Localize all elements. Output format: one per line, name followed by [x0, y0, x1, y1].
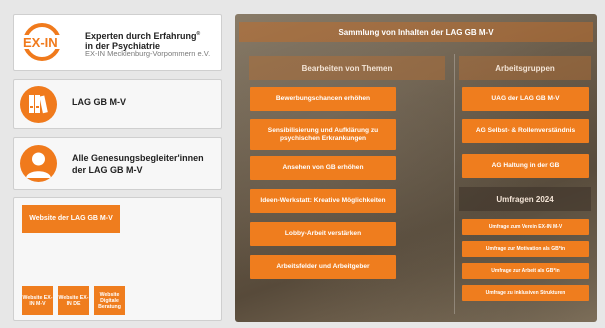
survey-button[interactable]: Umfrage zur Arbeit als GB*in	[462, 263, 589, 279]
lag-card[interactable]: LAG GB M-V	[13, 79, 222, 129]
websites-card: Website der LAG GB M-V Website EX-IN M-V…	[13, 197, 222, 321]
theme-button[interactable]: Sensibilisierung und Aufklärung zu psych…	[250, 119, 396, 150]
group-button[interactable]: UAG der LAG GB M-V	[462, 87, 589, 111]
website-exin-de-button[interactable]: Website EX-IN DE	[58, 286, 89, 315]
registered-mark: ®	[196, 31, 201, 37]
theme-button[interactable]: Arbeitsfelder und Arbeitgeber	[250, 255, 396, 279]
panel-title: Sammlung von Inhalten der LAG GB M-V	[239, 22, 593, 42]
theme-button[interactable]: Bewerbungschancen erhöhen	[250, 87, 396, 111]
genesungsbegleiter-card[interactable]: Alle Genesungsbegleiter'innen der LAG GB…	[13, 137, 222, 190]
group-button[interactable]: AG Haltung in der GB	[462, 154, 589, 178]
group-button[interactable]: AG Selbst- & Rollenverständnis	[462, 119, 589, 143]
themes-header: Bearbeiten von Themen	[249, 56, 445, 80]
logo-title: Experten durch Erfahrung® in der Psychia…	[85, 29, 220, 51]
survey-button[interactable]: Umfrage zur Motivation als GB*in	[462, 241, 589, 257]
survey-button[interactable]: Umfrage zum Verein EX-IN M-V	[462, 219, 589, 235]
binders-icon	[20, 86, 57, 123]
website-digitale-beratung-button[interactable]: Website Digitale Beratung	[94, 286, 125, 315]
theme-button[interactable]: Lobby-Arbeit verstärken	[250, 222, 396, 246]
theme-button[interactable]: Ansehen von GB erhöhen	[250, 156, 396, 180]
groups-header: Arbeitsgruppen	[459, 56, 591, 80]
content-panel: Sammlung von Inhalten der LAG GB M-V Bea…	[235, 14, 597, 322]
logo-subtitle: EX-IN Mecklenburg-Vorpommern e.V.	[85, 49, 211, 58]
survey-button[interactable]: Umfrage zu inklusiven Strukturen	[462, 285, 589, 301]
logo-line1: Experten durch Erfahrung	[85, 31, 197, 41]
genesungsbegleiter-label: Alle Genesungsbegleiter'innen der LAG GB…	[72, 153, 204, 175]
website-exin-mv-button[interactable]: Website EX-IN M-V	[22, 286, 53, 315]
theme-button[interactable]: Ideen-Werkstatt: Kreative Möglichkeiten	[250, 189, 396, 213]
lag-label: LAG GB M-V	[72, 97, 126, 107]
column-divider	[454, 54, 455, 314]
logo-mark-text: EX-IN	[23, 35, 58, 50]
website-lag-button[interactable]: Website der LAG GB M-V	[22, 205, 120, 233]
exin-logo-card[interactable]: EX-IN Experten durch Erfahrung® in der P…	[13, 14, 222, 71]
user-icon	[20, 145, 57, 182]
surveys-header: Umfragen 2024	[459, 187, 591, 211]
exin-logo-mark: EX-IN	[22, 23, 78, 61]
